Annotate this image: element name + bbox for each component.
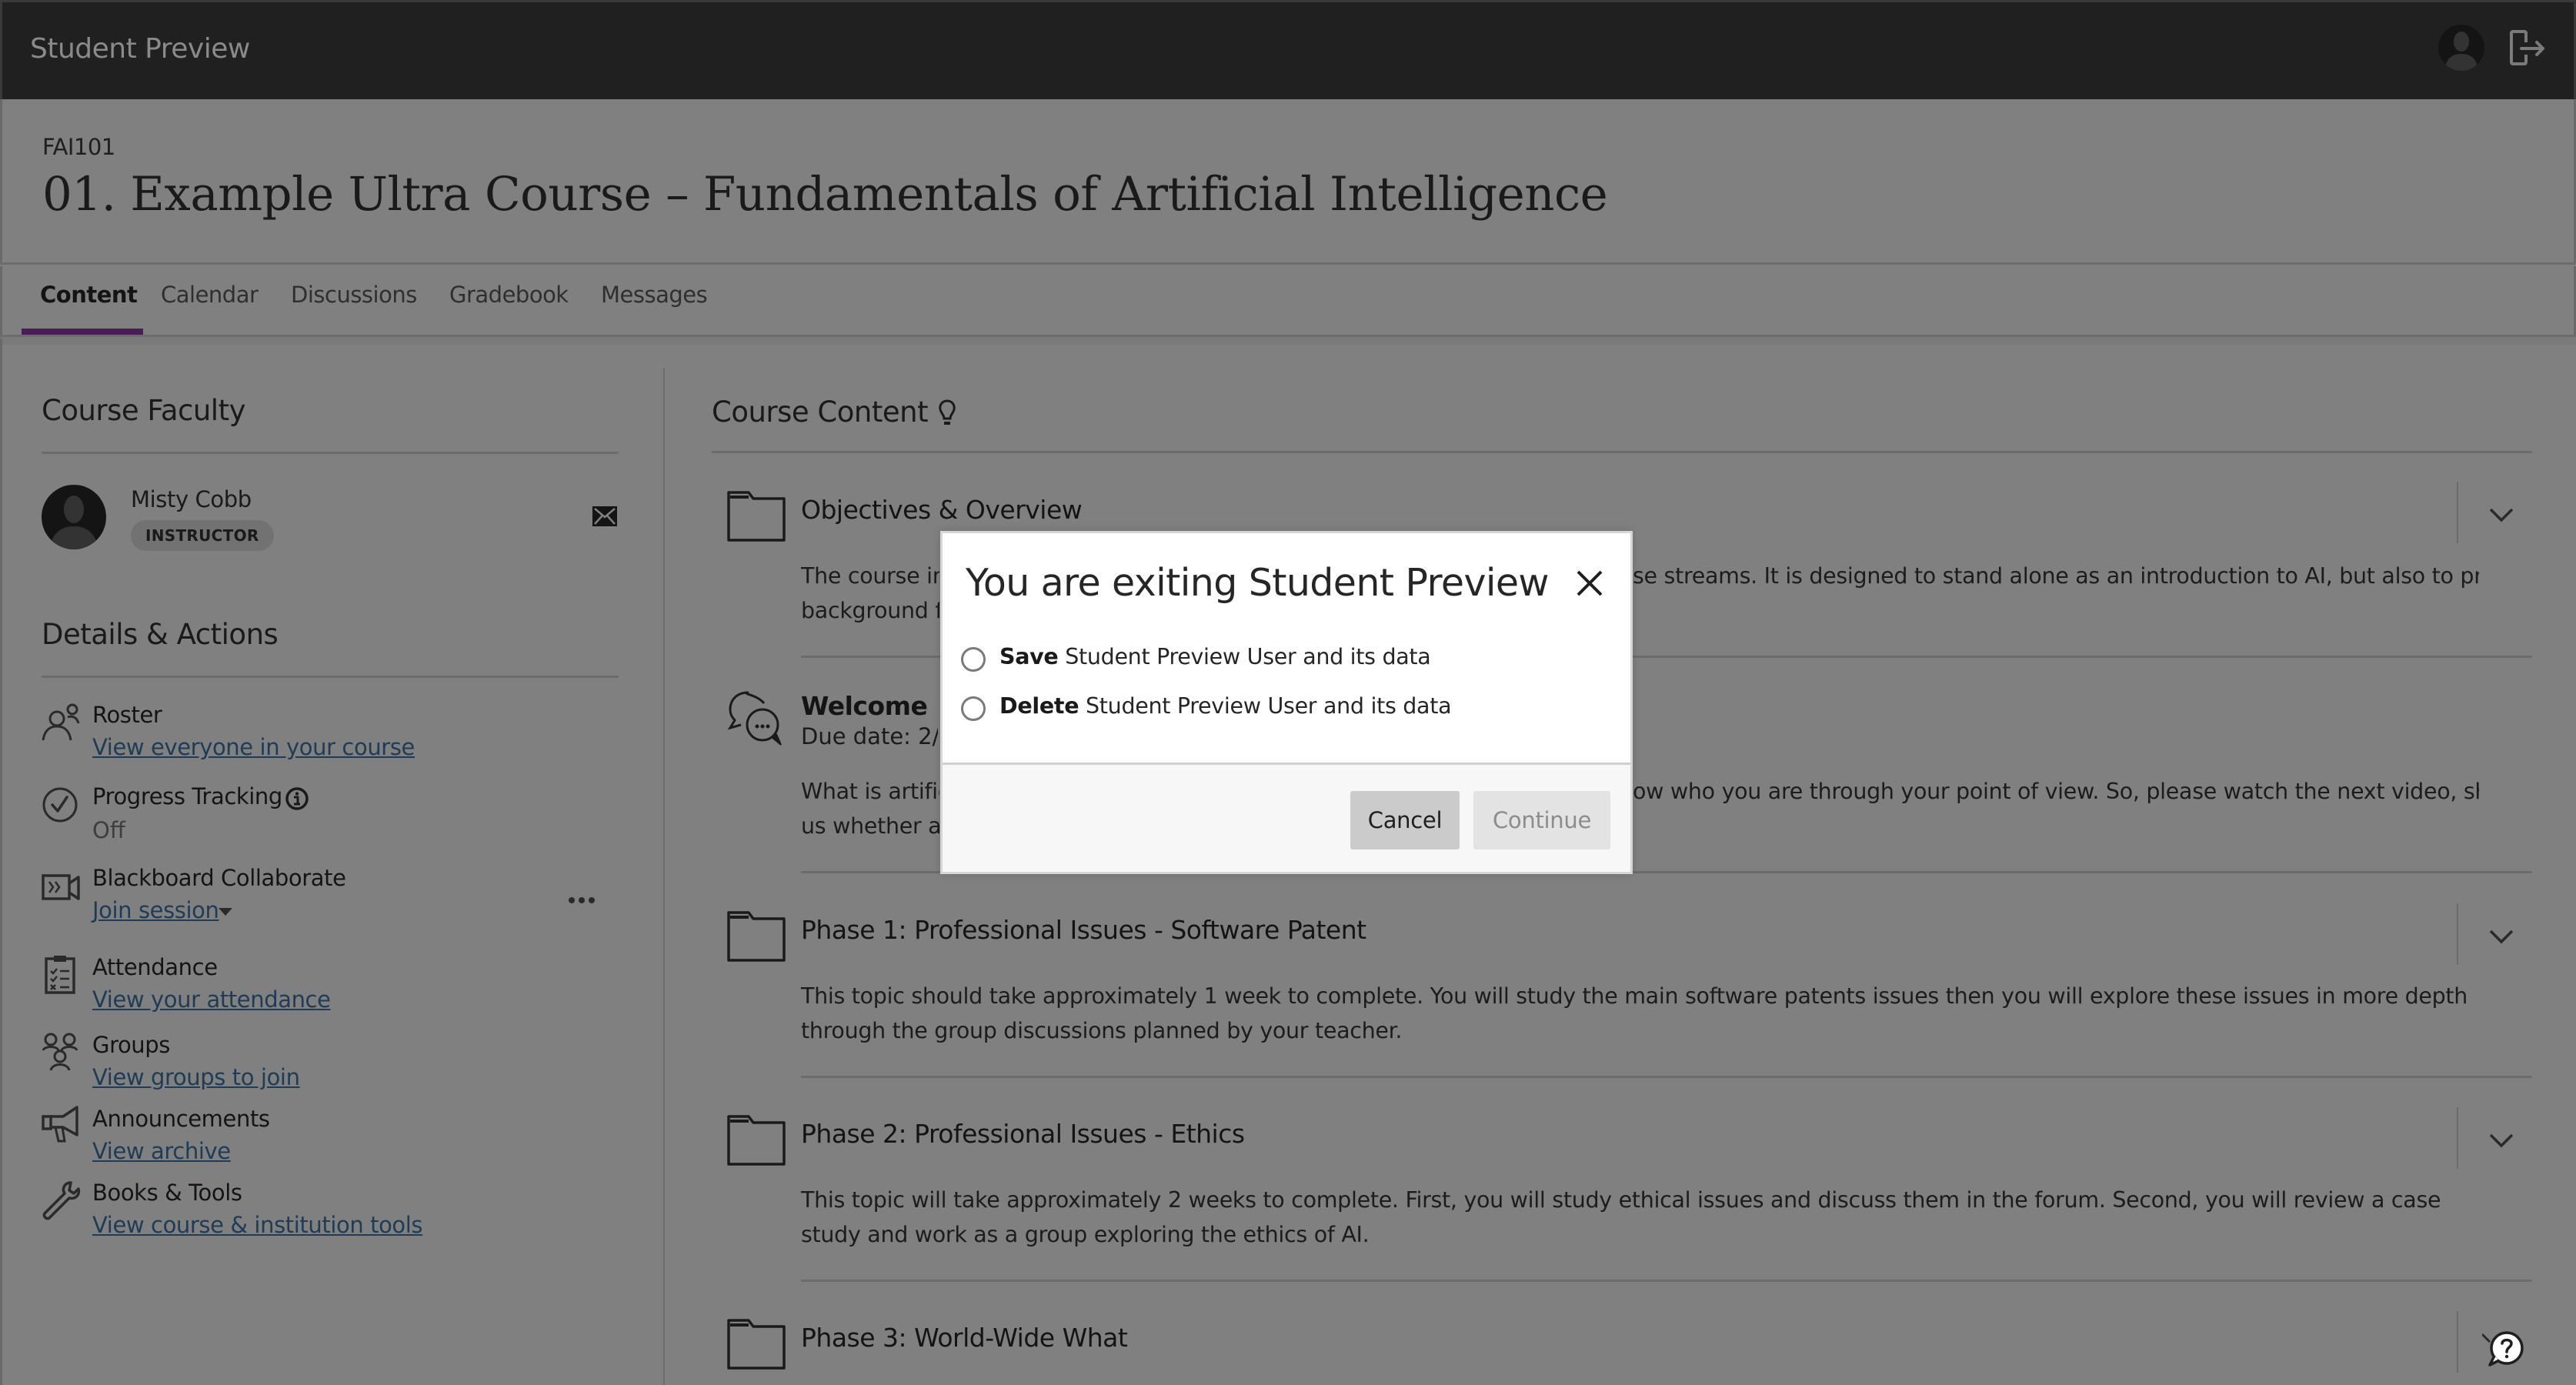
chevron-down-icon[interactable] — [2486, 505, 2517, 525]
tab-content[interactable]: Content — [40, 282, 138, 308]
exit-preview-icon[interactable] — [2508, 28, 2551, 68]
delete-option-label: Delete Student Preview User and its data — [999, 693, 1452, 719]
course-tabs: Content Calendar Discussions Gradebook M… — [0, 266, 2576, 336]
details-actions-heading: Details & Actions — [42, 618, 279, 651]
item-description-left-line2: background fo — [801, 598, 939, 623]
folder-icon — [727, 1319, 786, 1370]
chevron-down-icon[interactable] — [2486, 1130, 2517, 1150]
item-description-left: What is artifici — [801, 779, 939, 804]
delete-radio[interactable] — [961, 696, 986, 721]
info-icon[interactable] — [285, 786, 309, 811]
folder-icon — [727, 911, 786, 962]
more-options-icon[interactable] — [566, 893, 597, 908]
progress-tracking-status: Off — [92, 817, 125, 843]
groups-title: Groups — [92, 1032, 170, 1058]
course-title: 01. Example Ultra Course – Fundamentals … — [42, 167, 1608, 222]
content-rule — [712, 451, 2532, 453]
groups-icon — [42, 1033, 78, 1071]
dialog-footer: Cancel Continue — [943, 763, 1630, 872]
faculty-avatar[interactable] — [42, 485, 106, 549]
active-tab-indicator — [22, 329, 143, 335]
discussion-icon — [727, 691, 782, 746]
announcements-title: Announcements — [92, 1106, 270, 1132]
item-rule — [801, 1280, 2532, 1282]
save-option-label: Save Student Preview User and its data — [999, 644, 1431, 669]
save-radio[interactable] — [961, 647, 986, 672]
groups-link[interactable]: View groups to join — [92, 1064, 300, 1090]
collaborate-title: Blackboard Collaborate — [92, 865, 346, 891]
item-title[interactable]: Phase 1: Professional Issues - Software … — [801, 915, 1366, 945]
item-title[interactable]: Phase 3: World-Wide What — [801, 1323, 1128, 1353]
faculty-rule — [42, 452, 619, 454]
item-description-right: ow who you are through your point of vie… — [1633, 779, 2479, 804]
item-description-right: se streams. It is designed to stand alon… — [1633, 563, 2479, 589]
exit-preview-dialog: You are exiting Student Preview Save Stu… — [940, 531, 1633, 874]
roster-link[interactable]: View everyone in your course — [92, 734, 415, 760]
item-description-left: The course int — [801, 563, 939, 589]
tab-gradebook[interactable]: Gradebook — [449, 282, 569, 308]
tab-messages[interactable]: Messages — [601, 282, 708, 308]
megaphone-icon — [42, 1106, 78, 1143]
roster-icon — [42, 703, 80, 741]
save-option-bold: Save — [999, 644, 1059, 669]
details-rule — [42, 676, 619, 678]
top-bar: Student Preview — [0, 0, 2576, 99]
announcements-link[interactable]: View archive — [92, 1138, 231, 1164]
dialog-title: You are exiting Student Preview — [966, 561, 1550, 605]
save-option[interactable]: Save Student Preview User and its data — [961, 644, 1431, 675]
item-description: This topic should take approximately 1 w… — [801, 983, 2468, 1043]
books-tools-title: Books & Tools — [92, 1180, 242, 1206]
header-divider — [0, 262, 2576, 265]
user-avatar-icon[interactable] — [2438, 25, 2484, 71]
tab-calendar[interactable]: Calendar — [161, 282, 259, 308]
attendance-title: Attendance — [92, 954, 218, 980]
close-icon[interactable] — [1573, 567, 1606, 599]
folder-icon — [727, 491, 786, 542]
folder-icon — [727, 1115, 786, 1166]
faculty-name[interactable]: Misty Cobb — [131, 486, 252, 512]
cancel-button[interactable]: Cancel — [1350, 791, 1460, 849]
avatar-silhouette-icon — [49, 496, 98, 549]
delete-option-text: Student Preview User and its data — [1079, 693, 1452, 719]
save-option-text: Student Preview User and its data — [1058, 644, 1431, 669]
continue-button[interactable]: Continue — [1473, 791, 1610, 849]
role-badge: INSTRUCTOR — [131, 520, 274, 551]
course-code: FAI101 — [42, 134, 115, 160]
attendance-link[interactable]: View your attendance — [92, 986, 331, 1013]
wrench-icon — [42, 1181, 81, 1220]
item-separator — [2457, 1311, 2458, 1373]
app-title: Student Preview — [30, 33, 250, 65]
item-title[interactable]: Welcome Fo — [801, 691, 938, 721]
course-header: FAI101 01. Example Ultra Course – Fundam… — [0, 99, 2576, 264]
item-separator — [2457, 903, 2458, 965]
tab-discussions[interactable]: Discussions — [291, 282, 417, 308]
books-tools-link[interactable]: View course & institution tools — [92, 1212, 423, 1238]
item-separator — [2457, 1107, 2458, 1169]
join-session-link[interactable]: Join session — [92, 897, 219, 923]
item-separator — [2457, 482, 2458, 543]
roster-title: Roster — [92, 702, 162, 728]
chevron-down-icon[interactable] — [2486, 926, 2517, 946]
item-description: This topic will take approximately 2 wee… — [801, 1187, 2441, 1247]
course-content-heading: Course Content — [712, 395, 929, 429]
item-title[interactable]: Phase 2: Professional Issues - Ethics — [801, 1119, 1245, 1149]
delete-option-bold: Delete — [999, 693, 1079, 719]
help-icon[interactable] — [2482, 1328, 2527, 1371]
lightbulb-icon[interactable] — [937, 399, 957, 429]
item-description-left-line2: us whether ar — [801, 813, 939, 839]
item-due-date: Due date: 2/2/ — [801, 723, 938, 749]
mail-icon[interactable] — [592, 506, 617, 526]
course-faculty-heading: Course Faculty — [42, 394, 245, 427]
progress-check-icon — [42, 787, 78, 823]
item-title[interactable]: Objectives & Overview — [801, 495, 1083, 525]
collaborate-video-icon — [42, 874, 80, 900]
delete-option[interactable]: Delete Student Preview User and its data — [961, 693, 1452, 724]
item-rule — [801, 1076, 2532, 1078]
sidebar-divider — [663, 368, 665, 1385]
progress-tracking-title: Progress Tracking — [92, 783, 282, 809]
attendance-clipboard-icon — [45, 956, 75, 994]
join-session-caret-icon[interactable] — [219, 908, 232, 916]
